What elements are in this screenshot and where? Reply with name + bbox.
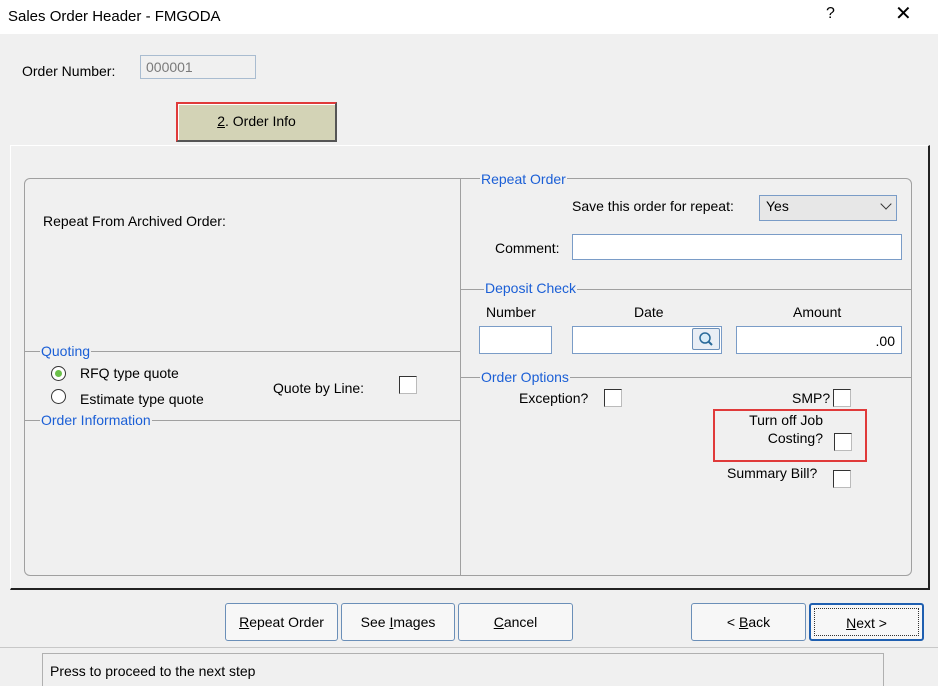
quote-by-line-checkbox[interactable]: [399, 376, 417, 394]
summary-bill-label: Summary Bill?: [727, 465, 818, 481]
see-images-button[interactable]: See Images: [341, 603, 455, 641]
status-text: Press to proceed to the next step: [50, 663, 256, 679]
deposit-number-input[interactable]: [479, 326, 552, 354]
window-title: Sales Order Header - FMGODA: [8, 8, 221, 25]
save-for-repeat-label: Save this order for repeat:: [572, 198, 734, 214]
radio-selected-dot: [55, 370, 62, 377]
order-options-group-title: Order Options: [480, 369, 570, 385]
order-number-field: 000001: [140, 55, 256, 79]
deposit-amount-input[interactable]: .00: [736, 326, 902, 354]
order-info-step-button[interactable]: 2. Order Info: [176, 102, 337, 142]
deposit-check-group-title: Deposit Check: [484, 280, 578, 296]
smp-checkbox[interactable]: [833, 389, 851, 407]
turn-off-line1: Turn off Job: [749, 412, 823, 428]
smp-label: SMP?: [792, 390, 831, 406]
deposit-amount-label: Amount: [793, 304, 842, 320]
next-button[interactable]: Next >: [809, 603, 924, 641]
turn-off-job-costing-checkbox[interactable]: [834, 433, 852, 451]
comment-input[interactable]: [572, 234, 902, 260]
close-icon[interactable]: ✕: [895, 4, 912, 24]
summary-bill-checkbox[interactable]: [833, 470, 851, 488]
back-button[interactable]: < Back: [691, 603, 806, 641]
cancel-button[interactable]: Cancel: [458, 603, 573, 641]
quote-by-line-label: Quote by Line:: [273, 380, 365, 396]
focus-ring: [814, 608, 919, 636]
estimate-type-label: Estimate type quote: [80, 391, 204, 407]
rfq-type-radio[interactable]: [51, 366, 66, 381]
repeat-from-archived-label: Repeat From Archived Order:: [43, 213, 226, 229]
deposit-date-label: Date: [634, 304, 664, 320]
quoting-group-title: Quoting: [40, 343, 92, 359]
help-button[interactable]: ?: [826, 5, 835, 23]
chevron-down-icon: [880, 198, 892, 210]
deposit-number-label: Number: [486, 304, 536, 320]
save-for-repeat-value: Yes: [766, 198, 789, 214]
turn-off-line2: Costing?: [767, 430, 823, 446]
save-for-repeat-select[interactable]: Yes: [759, 195, 897, 221]
repeat-order-group-title: Repeat Order: [480, 171, 567, 187]
repeat-order-button[interactable]: Repeat Order: [225, 603, 338, 641]
rfq-type-label: RFQ type quote: [80, 365, 179, 381]
date-lookup-button[interactable]: [692, 328, 720, 350]
order-information-group-title: Order Information: [40, 412, 152, 428]
exception-checkbox[interactable]: [604, 389, 622, 407]
order-number-label: Order Number:: [22, 63, 116, 79]
magnifier-icon: [699, 332, 713, 346]
turn-off-job-costing-label: Turn off Job Costing?: [737, 413, 823, 446]
status-separator: [0, 647, 938, 648]
comment-label: Comment:: [495, 240, 560, 256]
estimate-type-radio[interactable]: [51, 389, 66, 404]
exception-label: Exception?: [519, 390, 589, 406]
